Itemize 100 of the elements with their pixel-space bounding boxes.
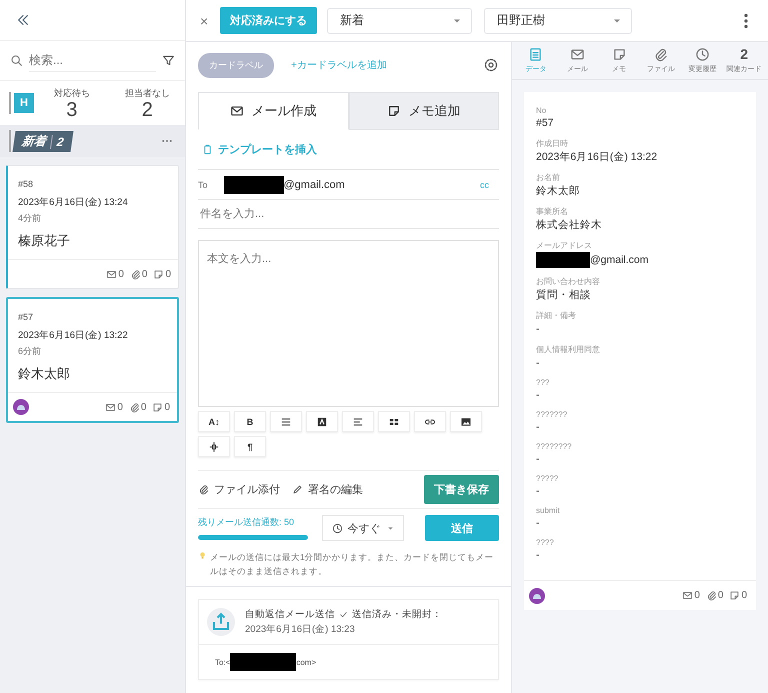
paperclip-icon bbox=[653, 47, 668, 62]
mail-icon bbox=[682, 590, 694, 601]
memo-icon bbox=[387, 104, 402, 118]
count-text: 0 bbox=[164, 402, 170, 412]
field-label: ????? bbox=[536, 474, 560, 483]
count-text: 0 bbox=[694, 590, 700, 601]
mail-icon bbox=[105, 402, 116, 412]
paperclip-icon bbox=[130, 268, 141, 280]
column-count: 2 bbox=[50, 134, 65, 148]
field-value: @gmail.com bbox=[590, 254, 649, 266]
text-highlight-icon bbox=[316, 416, 328, 428]
stat-label: 対応待ち bbox=[54, 86, 90, 100]
field-label: 個人情報利用同意 bbox=[536, 344, 601, 355]
field-label: メールアドレス bbox=[536, 240, 593, 251]
check-icon bbox=[339, 610, 348, 620]
format-button[interactable] bbox=[342, 411, 374, 432]
customer-name: 榛原花子 bbox=[18, 232, 71, 250]
memo-icon bbox=[153, 268, 164, 280]
history-status: 送信済み・未開封： bbox=[352, 608, 442, 622]
recipient-suffix: com> bbox=[296, 658, 316, 667]
search-field[interactable]: 検索... bbox=[29, 49, 156, 72]
subject-field[interactable]: 件名を入力... bbox=[198, 199, 499, 229]
assignee-dropdown[interactable]: 田野正樹 bbox=[484, 8, 632, 34]
column-title: 新着 bbox=[20, 132, 48, 150]
list-icon bbox=[280, 416, 292, 428]
ticket-date: 2023年6月16日(金) 13:22 bbox=[18, 329, 129, 342]
field-value: - bbox=[536, 549, 540, 561]
lightbulb-icon bbox=[198, 551, 207, 560]
recipient-text: @gmail.com bbox=[284, 178, 345, 190]
field-value: #57 bbox=[536, 117, 554, 129]
settings-icon bbox=[483, 57, 499, 73]
compose-tab[interactable]: メール作成 bbox=[198, 92, 348, 130]
schedule-dropdown[interactable]: 今すぐ bbox=[322, 515, 404, 541]
clock-icon bbox=[695, 47, 710, 62]
field-label: 作成日時 bbox=[536, 138, 569, 149]
count-text: 0 bbox=[117, 402, 123, 412]
mail-icon bbox=[570, 47, 585, 62]
format-button[interactable]: B bbox=[234, 411, 266, 432]
send-note: メールの送信には最大1分間かかります。また、カードを閉じてもメールはそのまま送信されます。 bbox=[210, 551, 495, 578]
align-left-icon bbox=[352, 416, 364, 428]
field-value: - bbox=[536, 357, 540, 369]
edit-signature-link[interactable]: 署名の編集 bbox=[292, 482, 363, 497]
field-value: - bbox=[536, 453, 540, 465]
redaction-block bbox=[230, 653, 296, 672]
ticket-number: #58 bbox=[18, 179, 34, 189]
stat-count: 2 bbox=[142, 100, 153, 120]
close-button[interactable]: × bbox=[198, 12, 210, 28]
format-button[interactable] bbox=[450, 411, 482, 432]
field-label: No bbox=[536, 106, 548, 115]
format-button[interactable] bbox=[414, 411, 446, 432]
field-value: 鈴木太郎 bbox=[536, 184, 580, 198]
field-value: - bbox=[536, 389, 540, 401]
format-button[interactable]: ¶ bbox=[234, 436, 266, 457]
memo-icon bbox=[612, 47, 627, 62]
stat-label: 担当者なし bbox=[124, 86, 170, 100]
clock-icon bbox=[332, 522, 342, 534]
format-button[interactable] bbox=[198, 436, 230, 457]
count-text: 0 bbox=[165, 268, 171, 280]
ticket-number: #57 bbox=[18, 312, 34, 322]
remaining-quota-text: 残りメール送信通数: 50 bbox=[198, 516, 296, 529]
field-label: お名前 bbox=[536, 172, 561, 183]
filter-icon bbox=[162, 54, 175, 67]
clipboard-icon bbox=[202, 144, 213, 155]
field-value: 株式会社鈴木 bbox=[536, 218, 602, 232]
field-label: お問い合わせ内容 bbox=[536, 276, 601, 287]
field-value: - bbox=[536, 517, 540, 529]
ticket-age: 6分前 bbox=[18, 345, 42, 358]
attach-file-link[interactable]: ファイル添付 bbox=[198, 482, 280, 497]
format-button[interactable] bbox=[378, 411, 410, 432]
to-label: To bbox=[198, 180, 208, 190]
collapse-icon bbox=[16, 13, 30, 27]
compose-tab[interactable]: メモ追加 bbox=[348, 92, 499, 130]
field-value: - bbox=[536, 421, 540, 433]
field-value: - bbox=[536, 323, 540, 335]
format-button[interactable]: A↕ bbox=[198, 411, 230, 432]
image-icon bbox=[460, 416, 472, 428]
field-label: submit bbox=[536, 506, 561, 515]
memo-icon bbox=[729, 590, 740, 601]
field-value: - bbox=[536, 485, 540, 497]
history-date: 2023年6月16日(金) 13:23 bbox=[245, 623, 356, 636]
pencil-icon bbox=[292, 484, 303, 495]
divider-icon bbox=[208, 440, 220, 452]
paperclip-icon bbox=[198, 484, 209, 495]
field-label: ???? bbox=[536, 538, 555, 547]
mail-icon bbox=[106, 268, 118, 280]
format-button[interactable] bbox=[306, 411, 338, 432]
count-text: 0 bbox=[142, 268, 148, 280]
body-field[interactable]: 本文を入力... bbox=[198, 240, 499, 407]
ticket-card[interactable]: #58 2023年6月16日(金) 13:24 4分前 榛原花子 0 0 0 bbox=[6, 165, 179, 289]
team-badge: H bbox=[14, 93, 34, 113]
field-label: ???????? bbox=[536, 442, 573, 451]
field-label: 詳細・備考 bbox=[536, 310, 577, 321]
count-text: 0 bbox=[140, 402, 146, 412]
memo-icon bbox=[152, 402, 164, 412]
status-dropdown[interactable]: 新着 bbox=[327, 8, 472, 34]
document-icon bbox=[528, 47, 544, 62]
field-label: ??????? bbox=[536, 410, 568, 419]
ticket-card[interactable]: #57 2023年6月16日(金) 13:22 6分前 鈴木太郎 0 0 0 bbox=[6, 297, 179, 423]
customer-name: 鈴木太郎 bbox=[18, 365, 71, 383]
format-button[interactable] bbox=[270, 411, 302, 432]
